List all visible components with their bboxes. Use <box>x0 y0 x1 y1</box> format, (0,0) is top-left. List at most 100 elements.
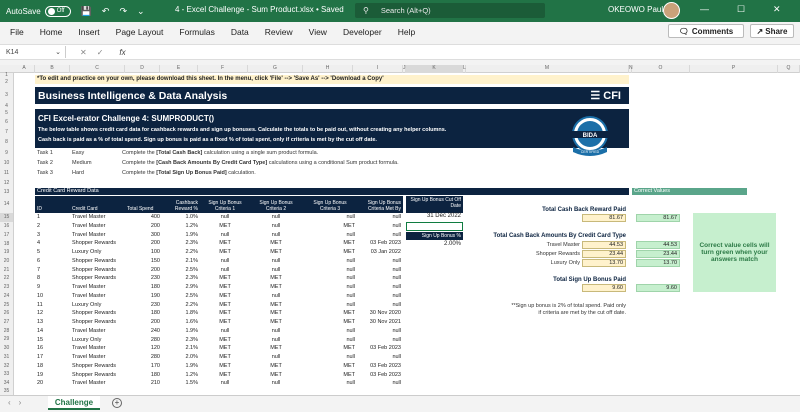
cell-cashback-pct[interactable]: 1.8% <box>165 310 198 316</box>
cell-credit-card[interactable]: Travel Master <box>72 345 127 351</box>
cell-id[interactable]: 1 <box>37 214 57 220</box>
document-title[interactable]: 4 - Excel Challenge - Sum Product.xlsx •… <box>175 5 344 14</box>
row-header[interactable]: 7 <box>0 127 14 137</box>
cell-criteria-1[interactable]: null <box>201 258 249 264</box>
menu-home[interactable]: Home <box>40 27 63 37</box>
column-header-i[interactable]: I <box>353 65 403 73</box>
cell-id[interactable]: 14 <box>37 328 57 334</box>
cell-criteria-2[interactable]: MET <box>251 372 301 378</box>
menu-developer[interactable]: Developer <box>343 27 382 37</box>
cell-criteria-3[interactable]: null <box>305 328 355 334</box>
menu-insert[interactable]: Insert <box>78 27 99 37</box>
cell-cashback-pct[interactable]: 1.6% <box>165 319 198 325</box>
column-header-c[interactable]: C <box>70 65 125 73</box>
row-header[interactable]: 17 <box>0 231 14 240</box>
cell-total-spend[interactable]: 230 <box>127 302 160 308</box>
cell-id[interactable]: 7 <box>37 267 57 273</box>
undo-icon[interactable]: ↶ <box>102 6 110 17</box>
cell-criteria-met-by[interactable]: null <box>355 380 401 386</box>
cell-id[interactable]: 3 <box>37 232 57 238</box>
cell-credit-card[interactable]: Luxury Only <box>72 337 127 343</box>
formula-input[interactable] <box>134 46 800 58</box>
cell-criteria-1[interactable]: MET <box>201 240 249 246</box>
cell-total-spend[interactable]: 100 <box>127 249 160 255</box>
cell-cashback-pct[interactable]: 1.2% <box>165 372 198 378</box>
cell-criteria-met-by[interactable]: 30 Nov 2021 <box>355 319 401 325</box>
save-icon[interactable]: 💾 <box>81 6 92 17</box>
active-cell-k14[interactable] <box>406 222 463 231</box>
cell-criteria-3[interactable]: null <box>305 214 355 220</box>
cell-criteria-1[interactable]: MET <box>201 372 249 378</box>
cell-criteria-1[interactable]: null <box>201 232 249 238</box>
cell-criteria-3[interactable]: MET <box>305 240 355 246</box>
cell-total-spend[interactable]: 240 <box>127 328 160 334</box>
cell-criteria-3[interactable]: null <box>305 354 355 360</box>
cell-criteria-1[interactable]: null <box>201 214 249 220</box>
user-name[interactable]: OKEOWO Paul <box>608 5 663 14</box>
minimize-icon[interactable]: — <box>700 4 709 14</box>
cell-criteria-1[interactable]: MET <box>201 354 249 360</box>
cell-criteria-met-by[interactable]: null <box>355 267 401 273</box>
insert-function-button[interactable]: fx <box>119 48 125 57</box>
cell-criteria-met-by[interactable]: 03 Feb 2023 <box>355 363 401 369</box>
cell-criteria-1[interactable]: MET <box>201 363 249 369</box>
cell-criteria-2[interactable]: null <box>251 337 301 343</box>
cell-total-spend[interactable]: 200 <box>127 267 160 273</box>
cell-criteria-2[interactable]: null <box>251 223 301 229</box>
cell-criteria-met-by[interactable]: null <box>355 258 401 264</box>
row-header[interactable]: 22 <box>0 274 14 283</box>
cell-total-spend[interactable]: 200 <box>127 240 160 246</box>
cell-cashback-pct[interactable]: 2.0% <box>165 354 198 360</box>
cell-criteria-1[interactable]: MET <box>201 302 249 308</box>
cell-id[interactable]: 20 <box>37 380 57 386</box>
menu-file[interactable]: File <box>10 27 24 37</box>
cell-total-spend[interactable]: 210 <box>127 380 160 386</box>
cell-criteria-2[interactable]: null <box>251 293 301 299</box>
cell-total-spend[interactable]: 150 <box>127 258 160 264</box>
cell-id[interactable]: 18 <box>37 363 57 369</box>
row-header[interactable]: 26 <box>0 309 14 318</box>
cell-id[interactable]: 9 <box>37 284 57 290</box>
cell-criteria-1[interactable]: MET <box>201 345 249 351</box>
cell-cashback-pct[interactable]: 2.1% <box>165 345 198 351</box>
cell-criteria-met-by[interactable]: 30 Nov 2020 <box>355 310 401 316</box>
row-header[interactable]: 2 <box>0 77 14 87</box>
cell-criteria-met-by[interactable]: null <box>355 354 401 360</box>
menu-help[interactable]: Help <box>398 27 415 37</box>
cell-total-spend[interactable]: 280 <box>127 354 160 360</box>
cell-id[interactable]: 5 <box>37 249 57 255</box>
cell-total-spend[interactable]: 300 <box>127 232 160 238</box>
cell-total-spend[interactable]: 190 <box>127 293 160 299</box>
cell-id[interactable]: 11 <box>37 302 57 308</box>
column-header-a[interactable]: A <box>14 65 35 73</box>
row-header[interactable]: 8 <box>0 137 14 148</box>
row-header[interactable]: 34 <box>0 379 14 388</box>
cell-cashback-pct[interactable]: 1.9% <box>165 232 198 238</box>
menu-page-layout[interactable]: Page Layout <box>116 27 164 37</box>
cell-cashback-pct[interactable]: 2.3% <box>165 337 198 343</box>
cell-criteria-2[interactable]: MET <box>251 302 301 308</box>
cell-criteria-2[interactable]: MET <box>251 249 301 255</box>
cell-id[interactable]: 6 <box>37 258 57 264</box>
signup-bonus-value[interactable]: 9.60 <box>582 284 626 292</box>
type-shopper-rewards-value[interactable]: 23.44 <box>582 250 626 258</box>
enter-icon[interactable]: ✓ <box>97 48 114 57</box>
cell-id[interactable]: 12 <box>37 310 57 316</box>
cell-criteria-met-by[interactable]: null <box>355 232 401 238</box>
cell-criteria-1[interactable]: MET <box>201 293 249 299</box>
sheet-tab-challenge[interactable]: Challenge <box>48 396 100 410</box>
row-header[interactable]: 11 <box>0 168 14 178</box>
cell-credit-card[interactable]: Shopper Rewards <box>72 319 127 325</box>
row-header[interactable]: 25 <box>0 301 14 309</box>
cell-cashback-pct[interactable]: 2.3% <box>165 240 198 246</box>
cell-credit-card[interactable]: Travel Master <box>72 223 127 229</box>
bonus-pct-value[interactable]: 2.00% <box>406 241 463 249</box>
cell-criteria-2[interactable]: MET <box>251 345 301 351</box>
cell-criteria-1[interactable]: MET <box>201 310 249 316</box>
cell-credit-card[interactable]: Travel Master <box>72 328 127 334</box>
column-header-h[interactable]: H <box>303 65 353 73</box>
row-header[interactable]: 5 <box>0 109 14 117</box>
cell-criteria-met-by[interactable]: null <box>355 302 401 308</box>
cell-criteria-met-by[interactable]: null <box>355 223 401 229</box>
cell-criteria-met-by[interactable]: 03 Feb 2023 <box>355 345 401 351</box>
